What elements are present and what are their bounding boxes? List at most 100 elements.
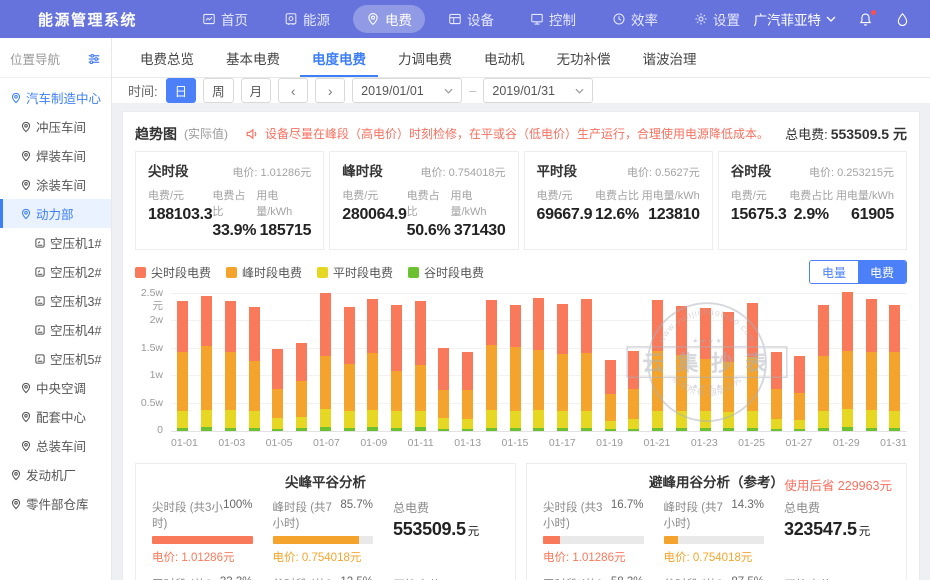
sidebar-item-compressor1[interactable]: 空压机1# — [0, 228, 111, 257]
nav-control[interactable]: 控制 — [517, 5, 589, 33]
segment-谷时段电费 — [462, 429, 473, 431]
sidebar-item-painting[interactable]: 涂装车间 — [0, 170, 111, 199]
legend-sharp[interactable]: 尖时段电费 — [135, 264, 211, 281]
segment-尖时段电费 — [272, 349, 283, 390]
x-tick: 01-01 — [171, 437, 198, 451]
nav-device[interactable]: 设备 — [435, 5, 507, 33]
toggle-fee[interactable]: 电费 — [858, 261, 906, 283]
segment-平时段电费 — [391, 411, 402, 428]
pin-icon — [20, 121, 32, 133]
x-tick: 01-29 — [833, 437, 860, 451]
sidebar-item-compressor2[interactable]: 空压机2# — [0, 257, 111, 286]
sidebar-item-engine-plant[interactable]: 发动机厂 — [0, 460, 111, 489]
stacked-bar — [201, 296, 212, 431]
tab-reactive-compensation[interactable]: 无功补偿 — [545, 38, 623, 77]
top-bar: 能源管理系统 首页 能源 电费 设备 控制 效率 设置 — [0, 0, 930, 38]
notification-bell[interactable] — [858, 12, 873, 27]
analysis-item-valley: 谷时段 (共8小时)87.5% 电价: 0.253215元 — [664, 576, 765, 580]
segment-谷时段电费 — [344, 428, 355, 431]
segment-尖时段电费 — [367, 299, 378, 354]
gear-icon — [694, 12, 708, 26]
stacked-bar — [771, 352, 782, 431]
nav-efficiency[interactable]: 效率 — [599, 5, 671, 33]
segment-尖时段电费 — [771, 352, 782, 389]
segment-谷时段电费 — [296, 428, 307, 431]
sidebar-item-compressor5[interactable]: 空压机5# — [0, 344, 111, 373]
stacked-bar — [723, 312, 734, 431]
segment-谷时段电费 — [438, 429, 449, 431]
stacked-bar — [225, 301, 236, 431]
segment-尖时段电费 — [533, 298, 544, 350]
nav-energy[interactable]: 能源 — [271, 5, 343, 33]
segment-尖时段电费 — [225, 301, 236, 352]
tab-motor[interactable]: 电动机 — [472, 38, 537, 77]
bar-01-31 — [883, 305, 907, 431]
mode-week-button[interactable]: 周 — [203, 78, 234, 103]
segment-峰时段电费 — [889, 352, 900, 410]
filter-icon[interactable] — [87, 52, 101, 66]
prev-period-button[interactable]: ‹ — [278, 78, 308, 103]
water-drop-button[interactable] — [895, 12, 910, 27]
energy-value: 61905 — [851, 206, 894, 224]
nav-settings[interactable]: 设置 — [681, 5, 753, 33]
sidebar-item-stamping[interactable]: 冲压车间 — [0, 112, 111, 141]
company-selector[interactable]: 广汽菲亚特 — [754, 9, 837, 29]
location-sidebar: 位置导航 汽车制造中心 冲压车间 焊装车间 涂装车间 动力部 空压机1# 空压机… — [0, 38, 112, 580]
tab-energy-fee[interactable]: 电度电费 — [300, 38, 378, 77]
time-label: 时间: — [128, 81, 158, 100]
segment-谷时段电费 — [225, 428, 236, 431]
start-date-picker[interactable]: 2019/01/01 — [352, 78, 462, 103]
x-tick — [765, 437, 785, 451]
tab-power-factor-fee[interactable]: 力调电费 — [386, 38, 464, 77]
segment-峰时段电费 — [415, 365, 426, 411]
sidebar-item-parts-warehouse[interactable]: 零件部仓库 — [0, 489, 111, 518]
legend-swatch — [408, 267, 419, 278]
bar-01-14 — [480, 300, 504, 431]
fee-value: 188103.3 — [148, 206, 212, 224]
fee-value: 15675.3 — [731, 206, 787, 224]
nav-fee[interactable]: 电费 — [353, 5, 425, 33]
segment-尖时段电费 — [652, 300, 663, 352]
segment-谷时段电费 — [794, 429, 805, 431]
bar-01-06 — [290, 343, 314, 431]
toggle-energy[interactable]: 电量 — [810, 261, 858, 283]
sidebar-item-welding[interactable]: 焊装车间 — [0, 141, 111, 170]
segment-平时段电费 — [842, 409, 853, 427]
sidebar-item-support-center[interactable]: 配套中心 — [0, 402, 111, 431]
end-date-picker[interactable]: 2019/01/31 — [483, 78, 593, 103]
energy-value: 371430 — [454, 222, 506, 240]
legend-peak[interactable]: 峰时段电费 — [226, 264, 302, 281]
stacked-bar — [818, 305, 829, 431]
mode-day-button[interactable]: 日 — [166, 78, 197, 103]
segment-谷时段电费 — [557, 428, 568, 431]
segment-谷时段电费 — [510, 428, 521, 431]
sidebar-item-auto-center[interactable]: 汽车制造中心 — [0, 83, 111, 112]
sidebar-item-assembly[interactable]: 总装车间 — [0, 431, 111, 460]
segment-峰时段电费 — [700, 359, 711, 411]
chart-plot — [171, 292, 907, 432]
mode-month-button[interactable]: 月 — [241, 78, 272, 103]
legend-valley[interactable]: 谷时段电费 — [408, 264, 484, 281]
tab-fee-overview[interactable]: 电费总览 — [128, 38, 206, 77]
next-period-button[interactable]: › — [315, 78, 345, 103]
segment-谷时段电费 — [652, 428, 663, 431]
analysis-title: 尖峰平谷分析 — [152, 472, 499, 494]
total-value: 553509.5 — [393, 519, 466, 539]
segment-平时段电费 — [415, 411, 426, 427]
segment-平时段电费 — [438, 418, 449, 428]
legend-flat[interactable]: 平时段电费 — [317, 264, 393, 281]
sidebar-item-central-ac[interactable]: 中央空调 — [0, 373, 111, 402]
energy-value: 185715 — [260, 222, 312, 240]
sidebar-item-power-dept[interactable]: 动力部 — [0, 199, 111, 228]
progress-track — [273, 536, 374, 544]
segment-谷时段电费 — [177, 428, 188, 431]
stacked-bar — [462, 352, 473, 431]
segment-平时段电费 — [249, 411, 260, 428]
tab-harmonic[interactable]: 谐波治理 — [631, 38, 709, 77]
sidebar-item-compressor3[interactable]: 空压机3# — [0, 286, 111, 315]
segment-峰时段电费 — [676, 355, 687, 411]
tab-basic-fee[interactable]: 基本电费 — [214, 38, 292, 77]
pin-icon — [20, 179, 32, 191]
sidebar-item-compressor4[interactable]: 空压机4# — [0, 315, 111, 344]
nav-home[interactable]: 首页 — [189, 5, 261, 33]
